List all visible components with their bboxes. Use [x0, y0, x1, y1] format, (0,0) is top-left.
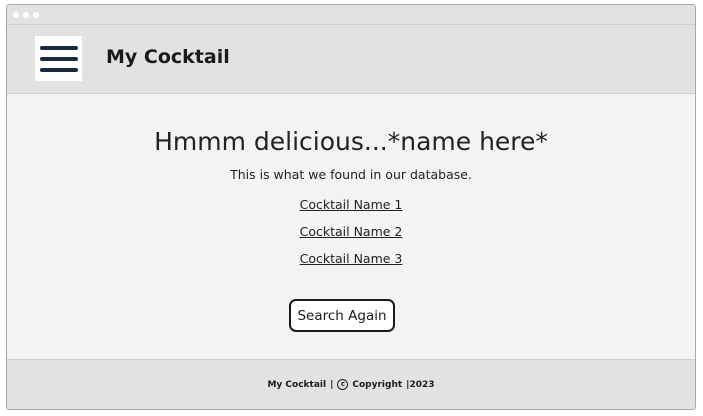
window-dot-icon	[33, 11, 39, 18]
menu-bar	[39, 67, 78, 72]
window-dot-icon	[13, 11, 19, 18]
list-item: Cocktail Name 1	[7, 194, 695, 212]
cocktail-link-3[interactable]: Cocktail Name 3	[300, 251, 403, 266]
footer-copyright-label: Copyright	[352, 379, 403, 390]
cocktail-link-2[interactable]: Cocktail Name 2	[300, 224, 403, 239]
list-item: Cocktail Name 3	[7, 248, 695, 266]
browser-window: My Cocktail Hmmm delicious...*name here*…	[6, 4, 696, 410]
window-titlebar	[7, 5, 695, 25]
menu-bar	[39, 45, 78, 50]
hamburger-menu-icon[interactable]	[35, 36, 82, 81]
search-again-button[interactable]: Search Again	[289, 299, 395, 332]
app-header: My Cocktail	[7, 25, 695, 94]
app-footer: My Cocktail | c Copyright |2023	[7, 359, 695, 409]
list-item: Cocktail Name 2	[7, 221, 695, 239]
cocktail-results-list: Cocktail Name 1 Cocktail Name 2 Cocktail…	[7, 194, 695, 266]
window-dot-icon	[23, 11, 29, 18]
results-description: This is what we found in our database.	[230, 167, 472, 182]
app-title: My Cocktail	[106, 46, 230, 68]
footer-brand: My Cocktail	[267, 379, 327, 390]
footer-year: |2023	[406, 379, 435, 390]
cocktail-link-1[interactable]: Cocktail Name 1	[300, 197, 403, 212]
footer-separator: |	[330, 379, 334, 390]
menu-bar	[39, 56, 78, 61]
page-title: Hmmm delicious...*name here*	[154, 127, 548, 156]
results-content: Hmmm delicious...*name here* This is wha…	[7, 94, 695, 362]
copyright-icon: c	[337, 379, 349, 390]
